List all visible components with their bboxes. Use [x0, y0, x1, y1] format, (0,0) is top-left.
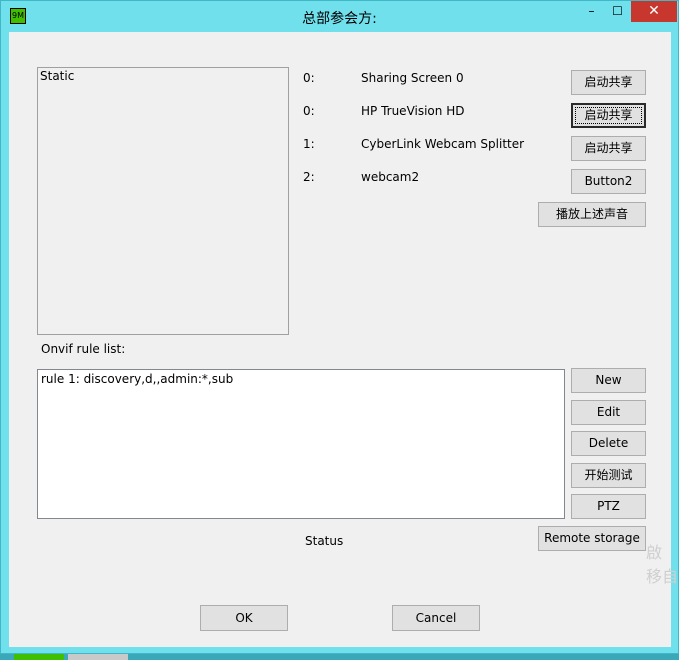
start-share-button[interactable]: 启动共享: [571, 70, 646, 95]
device-index: 1:: [303, 137, 315, 151]
static-preview-box: Static: [37, 67, 289, 335]
onvif-rule-list-label: Onvif rule list:: [41, 342, 126, 356]
title-bar[interactable]: 9M 总部参会方: – ☐ ✕: [1, 1, 678, 32]
static-label: Static: [40, 69, 75, 83]
status-text: Status: [305, 534, 344, 548]
device-index: 0:: [303, 104, 315, 118]
activation-watermark: 啟 移自: [646, 541, 678, 589]
start-share-button[interactable]: 启动共享: [571, 136, 646, 161]
dialog-window: 9M 总部参会方: – ☐ ✕ Static 0: Sharing Screen…: [0, 0, 679, 654]
taskbar-app-icon[interactable]: [14, 654, 64, 660]
device-name: Sharing Screen 0: [361, 71, 464, 85]
start-test-button[interactable]: 开始测试: [571, 463, 646, 488]
watermark-line: 移自: [646, 567, 679, 586]
taskbar-app-icon[interactable]: [68, 654, 128, 660]
list-item[interactable]: rule 1: discovery,d,,admin:*,sub: [41, 372, 561, 386]
cancel-button[interactable]: Cancel: [392, 605, 480, 631]
ok-button[interactable]: OK: [200, 605, 288, 631]
watermark-line: 啟: [646, 543, 663, 562]
button2[interactable]: Button2: [571, 169, 646, 194]
dialog-client-area: Static 0: Sharing Screen 0 启动共享 0: HP Tr…: [9, 32, 671, 647]
close-button[interactable]: ✕: [631, 1, 677, 22]
onvif-rule-listbox[interactable]: rule 1: discovery,d,,admin:*,sub: [37, 369, 565, 519]
minimize-button[interactable]: –: [577, 1, 606, 22]
start-share-button[interactable]: 启动共享: [571, 103, 646, 128]
delete-rule-button[interactable]: Delete: [571, 431, 646, 456]
device-index: 2:: [303, 170, 315, 184]
edit-rule-button[interactable]: Edit: [571, 400, 646, 425]
device-name: CyberLink Webcam Splitter: [361, 137, 525, 151]
device-index: 0:: [303, 71, 315, 85]
ptz-button[interactable]: PTZ: [571, 494, 646, 519]
device-name: HP TrueVision HD: [361, 104, 465, 118]
maximize-button[interactable]: ☐: [603, 1, 632, 22]
new-rule-button[interactable]: New: [571, 368, 646, 393]
play-sound-button[interactable]: 播放上述声音: [538, 202, 646, 227]
device-name: webcam2: [361, 170, 420, 184]
remote-storage-button[interactable]: Remote storage: [538, 526, 646, 551]
